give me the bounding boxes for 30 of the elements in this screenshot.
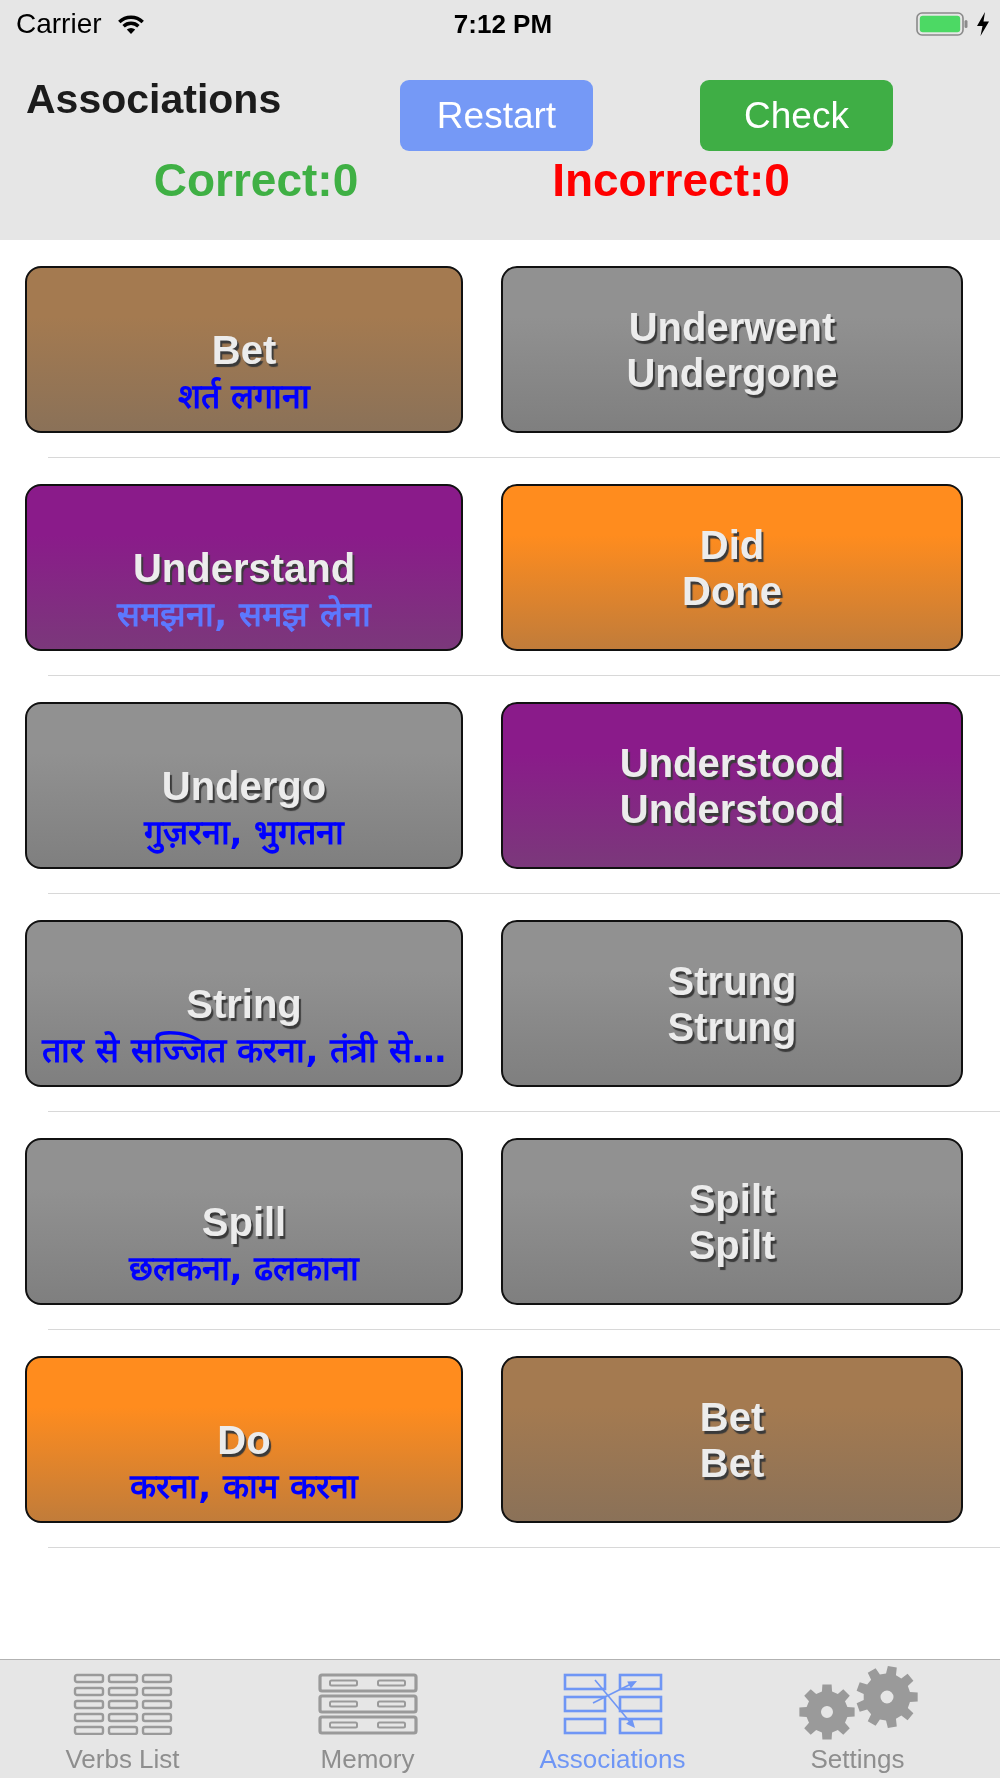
stacked-bars-icon [317,1673,418,1735]
verb-card[interactable]: String तार से सज्जित करना, तंत्री से… [25,920,463,1087]
tab[interactable]: Verbs List [0,1660,245,1778]
correct-count: Correct:0 [153,154,359,206]
verb-forms-card[interactable]: Bet Bet [501,1356,963,1523]
tab[interactable]: Settings [735,1660,980,1778]
tab[interactable]: Associations [490,1660,735,1778]
settings-icon [796,1666,919,1742]
verb-forms-card[interactable]: Understood Understood [501,702,963,869]
battery-icon [916,12,968,36]
carrier-text: Carrier [16,7,102,41]
charging-bolt-icon [976,12,990,36]
verb-card[interactable]: Do करना, काम करना [25,1356,463,1523]
verb-card[interactable]: Undergo गुज़रना, भुगतना [25,702,463,869]
verb-forms-card[interactable]: Strung Strung [501,920,963,1087]
verb-forms-card[interactable]: Underwent Undergone [501,266,963,433]
tab[interactable]: Memory [245,1660,490,1778]
clock-time: 7:12 PM [453,7,553,41]
incorrect-count: Incorrect:0 [552,154,790,206]
restart-button[interactable]: Restart [400,80,593,151]
matching-arrows-icon [562,1673,663,1735]
list-grid-icon [72,1673,173,1735]
verb-forms-card[interactable]: Did Done [501,484,963,651]
verb-card[interactable]: Spill छलकना, ढलकाना [25,1138,463,1305]
check-button[interactable]: Check [700,80,893,151]
verb-card[interactable]: Understand समझना, समझ लेना [25,484,463,651]
screen-title: Associations [26,76,283,122]
verb-card[interactable]: Bet शर्त लगाना [25,266,463,433]
wifi-icon [115,13,146,35]
verb-forms-card[interactable]: Spilt Spilt [501,1138,963,1305]
